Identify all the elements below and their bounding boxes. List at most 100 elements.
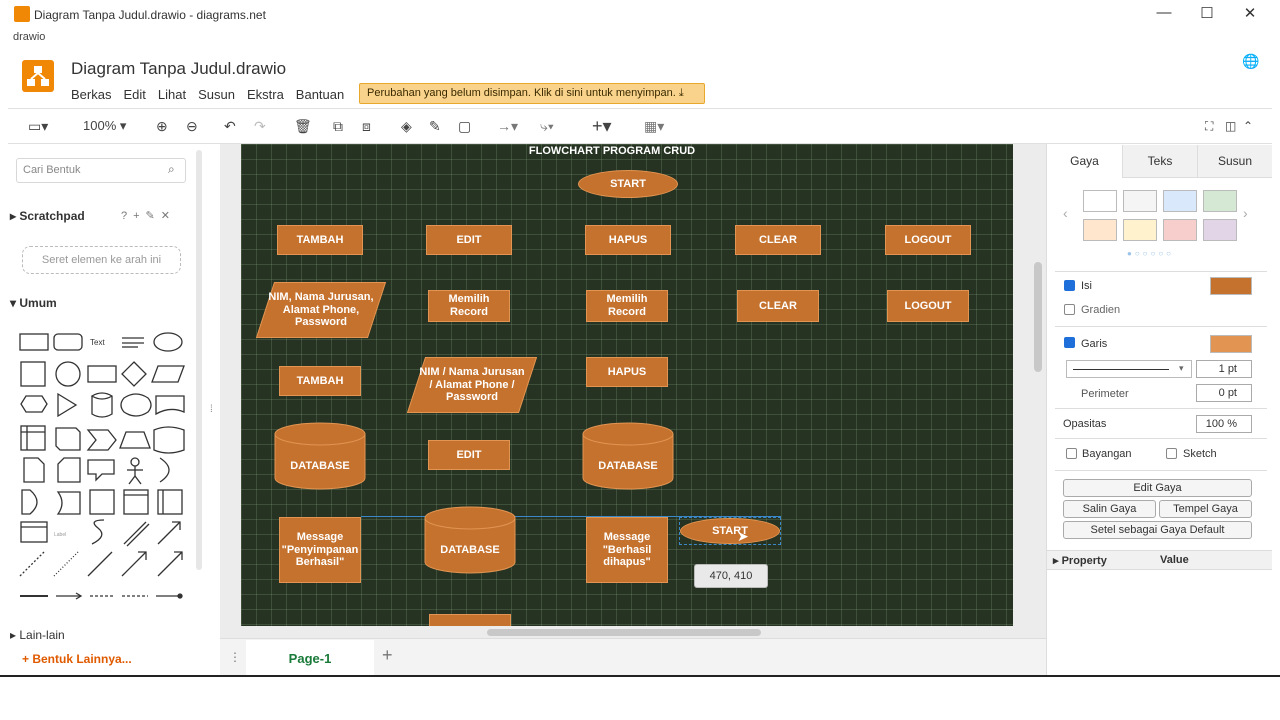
canvas-horizontal-scrollbar[interactable]: [487, 629, 761, 636]
swatch-prev-icon[interactable]: ‹: [1063, 205, 1068, 221]
paste-style-button[interactable]: Tempel Gaya: [1159, 500, 1252, 518]
style-swatch[interactable]: [1203, 190, 1237, 212]
left-scrollbar[interactable]: [196, 150, 202, 570]
delete-icon[interactable]: 🗑: [294, 115, 312, 137]
edit-button-node[interactable]: EDIT: [426, 225, 512, 255]
message-hapus-node[interactable]: Message "Berhasil dihapus": [586, 517, 668, 583]
fullscreen-icon[interactable]: ⛶: [1205, 115, 1213, 137]
unsaved-changes-banner[interactable]: Perubahan yang belum disimpan. Klik di s…: [359, 83, 705, 104]
hapus-process-node[interactable]: HAPUS: [586, 357, 668, 387]
style-swatch[interactable]: [1163, 190, 1197, 212]
tambah-button-node[interactable]: TAMBAH: [277, 225, 363, 255]
memilih-record-node-1[interactable]: Memilih Record: [428, 290, 510, 322]
menu-edit[interactable]: Edit: [123, 87, 145, 102]
diagram-canvas[interactable]: FLOWCHART PROGRAM CRUD START TAMBAH EDIT…: [241, 144, 1013, 626]
to-back-icon[interactable]: ⧈: [362, 115, 371, 137]
swatch-next-icon[interactable]: ›: [1243, 205, 1248, 221]
diagram-title[interactable]: FLOWCHART PROGRAM CRUD: [241, 145, 983, 157]
line-color-icon[interactable]: ✎: [429, 115, 441, 137]
canvas-vertical-scrollbar[interactable]: [1034, 262, 1042, 372]
style-swatch[interactable]: [1163, 219, 1197, 241]
logout-process-node[interactable]: LOGOUT: [887, 290, 969, 322]
fill-checkbox[interactable]: [1064, 280, 1075, 291]
database-node-3[interactable]: DATABASE: [424, 506, 516, 574]
clear-process-node[interactable]: CLEAR: [737, 290, 819, 322]
swatch-pager-dots[interactable]: ●○○○○○: [1127, 249, 1174, 258]
partial-node-bottom[interactable]: [429, 614, 511, 626]
line-color-swatch[interactable]: [1210, 335, 1252, 353]
gradient-checkbox[interactable]: [1064, 304, 1075, 315]
scratchpad-dropzone[interactable]: Seret elemen ke arah ini: [22, 246, 181, 274]
input-data-node[interactable]: NIM, Nama Jurusan, Alamat Phone, Passwor…: [255, 282, 387, 338]
close-button[interactable]: ✕: [1235, 4, 1265, 22]
hapus-button-node[interactable]: HAPUS: [585, 225, 671, 255]
collapse-icon[interactable]: ⌃: [1243, 115, 1253, 137]
start-node[interactable]: START: [578, 170, 678, 198]
zoom-in-icon[interactable]: ⊕: [156, 115, 168, 137]
redo-icon[interactable]: ↷: [254, 115, 266, 137]
table-icon[interactable]: ▦▾: [644, 115, 664, 137]
maximize-button[interactable]: ☐: [1192, 4, 1222, 22]
style-swatch[interactable]: [1123, 219, 1157, 241]
line-checkbox[interactable]: [1064, 337, 1075, 348]
menu-lihat[interactable]: Lihat: [158, 87, 186, 102]
start-node-dragging[interactable]: START: [680, 518, 780, 544]
zoom-out-icon[interactable]: ⊖: [186, 115, 198, 137]
page-tab-1[interactable]: Page-1: [246, 640, 374, 675]
clear-button-node[interactable]: CLEAR: [735, 225, 821, 255]
menu-susun[interactable]: Susun: [198, 87, 235, 102]
logout-button-node[interactable]: LOGOUT: [885, 225, 971, 255]
style-swatch[interactable]: [1083, 190, 1117, 212]
style-swatch[interactable]: [1083, 219, 1117, 241]
panel-collapse-handle[interactable]: ⁞: [210, 404, 213, 415]
edit-style-button[interactable]: Edit Gaya: [1063, 479, 1252, 497]
shape-search-input[interactable]: Cari Bentuk: [16, 158, 186, 183]
view-panels-icon[interactable]: ▭▾: [28, 115, 48, 137]
general-section-header[interactable]: ▾ Umum: [10, 296, 57, 310]
menu-ekstra[interactable]: Ekstra: [247, 87, 284, 102]
shadow-checkbox[interactable]: [1066, 448, 1077, 459]
style-swatch[interactable]: [1123, 190, 1157, 212]
style-swatch[interactable]: [1203, 219, 1237, 241]
other-section-header[interactable]: ▸ Lain-lain: [10, 628, 65, 642]
edit-process-node[interactable]: EDIT: [428, 440, 510, 470]
perimeter-input[interactable]: 0 pt: [1196, 384, 1252, 402]
menu-bantuan[interactable]: Bantuan: [296, 87, 344, 102]
format-panel-icon[interactable]: ◫: [1225, 115, 1236, 137]
menu-berkas[interactable]: Berkas: [71, 87, 111, 102]
scratchpad-header[interactable]: ▸ Scratchpad: [10, 209, 85, 223]
copy-style-button[interactable]: Salin Gaya: [1063, 500, 1156, 518]
add-page-icon[interactable]: +: [382, 645, 393, 666]
more-shapes-button[interactable]: + Bentuk Lainnya...: [22, 652, 132, 666]
line-width-input[interactable]: 1 pt: [1196, 360, 1252, 378]
opacity-input[interactable]: 100 %: [1196, 415, 1252, 433]
database-node-1[interactable]: DATABASE: [274, 422, 366, 490]
shape-icons[interactable]: Text Label: [18, 330, 188, 610]
connection-style-icon[interactable]: →▾: [497, 115, 518, 137]
waypoints-icon[interactable]: ⤷▾: [540, 115, 554, 137]
sketch-checkbox[interactable]: [1166, 448, 1177, 459]
fill-color-swatch[interactable]: [1210, 277, 1252, 295]
tambah-process-node[interactable]: TAMBAH: [279, 366, 361, 396]
minimize-button[interactable]: —: [1149, 4, 1179, 21]
tab-gaya[interactable]: Gaya: [1047, 145, 1122, 178]
language-globe-icon[interactable]: 🌐: [1242, 53, 1259, 70]
undo-icon[interactable]: ↶: [224, 115, 236, 137]
message-simpan-node[interactable]: Message "Penyimpanan Berhasil": [279, 517, 361, 583]
property-column-header[interactable]: ▸ Property: [1053, 554, 1107, 567]
set-default-style-button[interactable]: Setel sebagai Gaya Default: [1063, 521, 1252, 539]
database-node-2[interactable]: DATABASE: [582, 422, 674, 490]
shadow-icon[interactable]: ▢: [458, 115, 471, 137]
fill-color-icon[interactable]: ◈: [401, 115, 412, 137]
insert-icon[interactable]: +▾: [592, 115, 612, 137]
document-title[interactable]: Diagram Tanpa Judul.drawio: [71, 59, 286, 79]
tab-teks[interactable]: Teks: [1122, 145, 1197, 178]
scratchpad-actions-icon[interactable]: ?+✎✕: [121, 209, 176, 222]
zoom-select[interactable]: 100% ▾: [83, 115, 126, 137]
memilih-record-node-2[interactable]: Memilih Record: [586, 290, 668, 322]
tab-susun[interactable]: Susun: [1197, 145, 1272, 178]
line-style-select[interactable]: ▾: [1066, 360, 1192, 378]
to-front-icon[interactable]: ⧉: [333, 115, 343, 137]
edit-input-node[interactable]: NIM / Nama Jurusan / Alamat Phone / Pass…: [406, 357, 538, 413]
search-icon[interactable]: ⌕: [168, 162, 175, 177]
